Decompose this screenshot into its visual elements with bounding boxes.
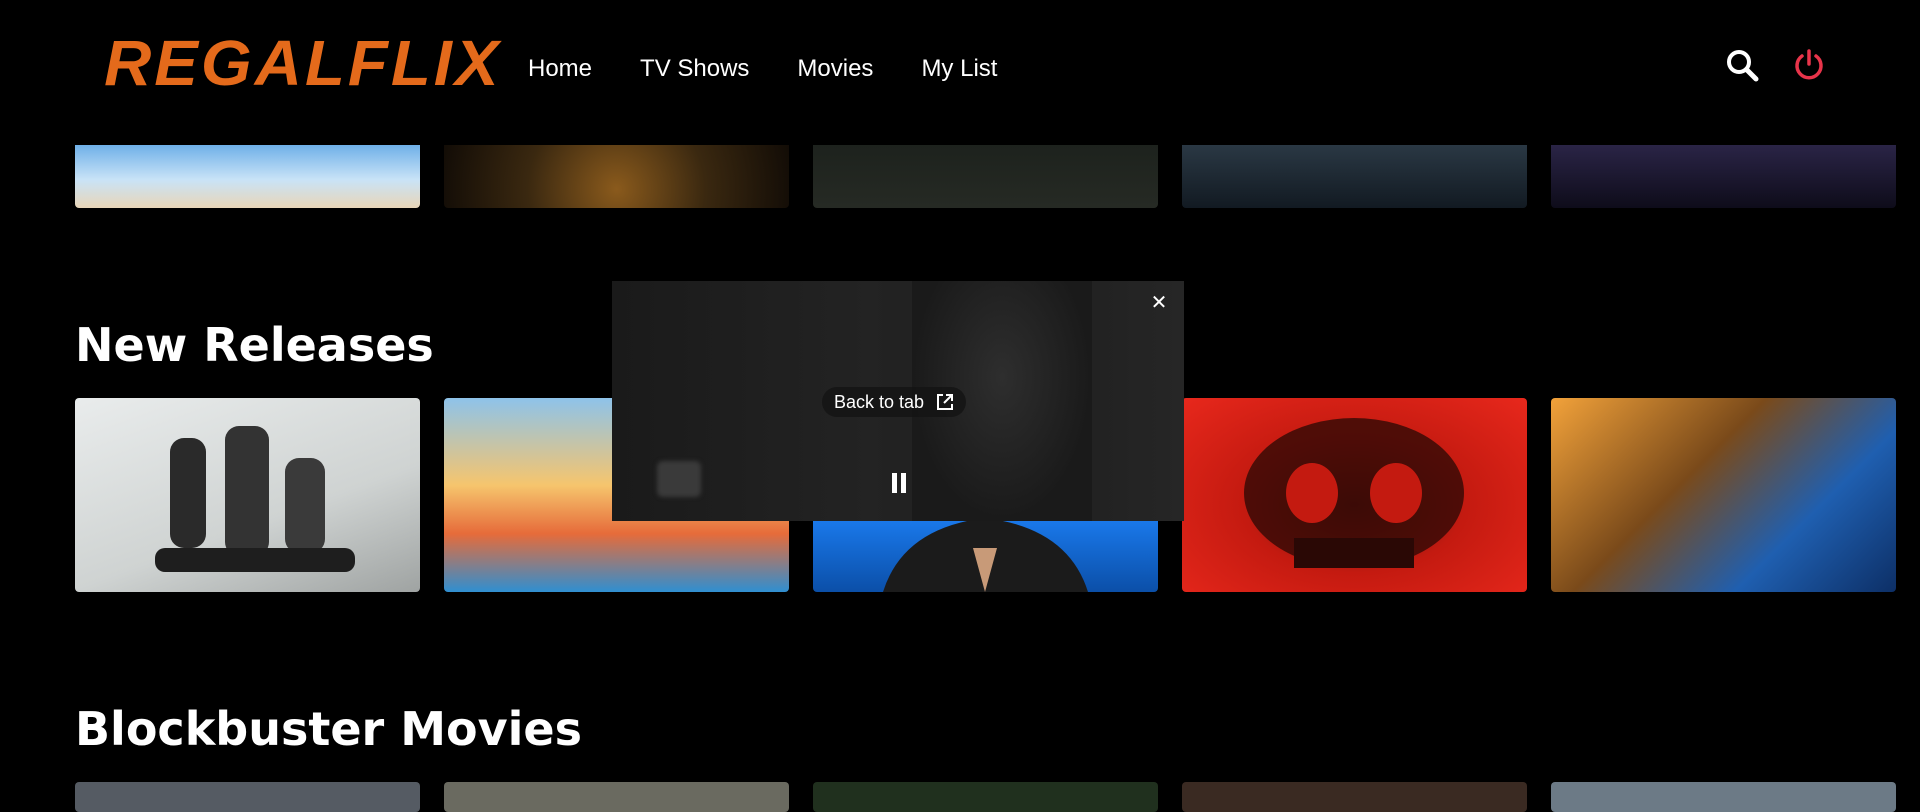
back-to-tab-button[interactable]: Back to tab [822,387,967,417]
thumbnail[interactable] [444,782,789,812]
row-blockbuster-thumbnails [75,782,1896,812]
thumbnail[interactable] [75,782,420,812]
thumbnail[interactable] [1551,145,1896,208]
thumbnail[interactable] [1551,398,1896,592]
top-navigation: REGALFLIX Home TV Shows Movies My List [0,0,1920,145]
power-icon[interactable] [1792,48,1826,82]
nav-item-my-list[interactable]: My List [921,55,997,83]
row-title-new-releases: New Releases [75,318,434,372]
search-icon[interactable] [1725,48,1759,82]
thumbnail[interactable] [1182,782,1527,812]
thumbnail[interactable] [75,398,420,592]
main-menu: Home TV Shows Movies My List [528,55,1045,83]
thumbnail[interactable] [444,145,789,208]
nav-item-home[interactable]: Home [528,55,592,83]
thumbnail[interactable] [1182,398,1527,592]
thumbnail[interactable] [813,782,1158,812]
open-external-icon [937,394,954,410]
thumbnail[interactable] [1551,782,1896,812]
thumbnail[interactable] [813,145,1158,208]
thumbnail[interactable] [75,145,420,208]
nav-item-tv-shows[interactable]: TV Shows [640,55,749,83]
pause-icon[interactable] [890,473,908,493]
thumbnail[interactable] [1182,145,1527,208]
picture-in-picture-player[interactable]: ✕ Back to tab [612,281,1184,521]
nav-item-movies[interactable]: Movies [797,55,873,83]
brand-logo[interactable]: REGALFLIX [104,26,501,100]
thumbnail-art [155,426,355,572]
close-icon[interactable]: ✕ [1148,291,1170,313]
row-title-blockbuster-movies: Blockbuster Movies [75,702,582,756]
thumbnail-art [1244,418,1464,568]
video-frame-detail [657,461,701,497]
row-continue-thumbnails [75,145,1896,208]
back-to-tab-label: Back to tab [834,391,925,412]
